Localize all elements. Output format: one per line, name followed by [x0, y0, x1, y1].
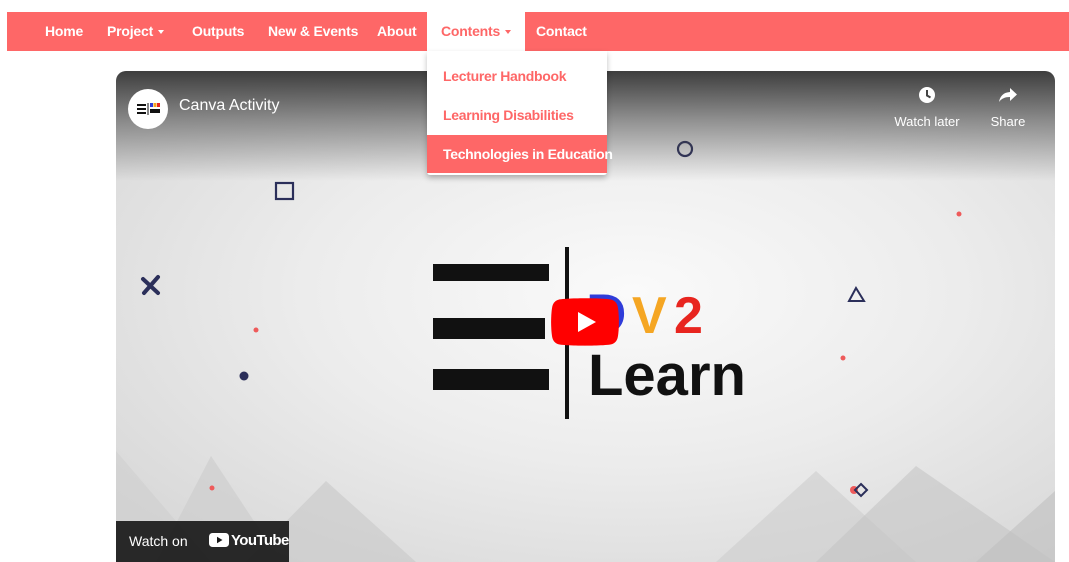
nav-project[interactable]: Project	[107, 12, 165, 51]
clock-icon	[919, 87, 935, 103]
dropdown-item-lecturer-handbook[interactable]: Lecturer Handbook	[427, 57, 607, 95]
caret-down-icon	[505, 30, 512, 35]
watch-later-button[interactable]: Watch later	[892, 85, 962, 129]
share-button[interactable]: Share	[986, 85, 1030, 129]
video-title[interactable]: Canva Activity	[179, 97, 279, 115]
share-icon	[999, 88, 1017, 102]
nav-contact[interactable]: Contact	[536, 12, 587, 51]
watch-on-label: Watch on	[129, 533, 188, 549]
nav-new-events[interactable]: New & Events	[268, 12, 358, 51]
caret-down-icon	[158, 30, 165, 35]
logo-letter-v: V	[632, 287, 667, 345]
channel-avatar[interactable]	[128, 89, 168, 129]
logo-letter-2: 2	[674, 287, 703, 345]
dropdown-item-learning-disabilities[interactable]: Learning Disabilities	[427, 96, 607, 134]
youtube-logo-icon	[209, 533, 229, 547]
nav-home[interactable]: Home	[45, 12, 83, 51]
dropdown-item-technologies-in-education[interactable]: Technologies in Education	[427, 135, 613, 173]
play-button[interactable]	[551, 298, 619, 346]
watch-on-youtube-button[interactable]: Watch on YouTube	[116, 521, 289, 562]
nav-contents[interactable]: Contents	[427, 12, 526, 51]
watch-later-label: Watch later	[894, 114, 960, 129]
nav-outputs[interactable]: Outputs	[192, 12, 244, 51]
channel-logo-icon	[137, 103, 160, 115]
nav-about[interactable]: About	[377, 12, 417, 51]
logo-word: Learn	[588, 343, 746, 408]
contents-dropdown-menu: Lecturer Handbook Learning Disabilities …	[427, 51, 613, 175]
top-navbar: Home Project Outputs New & Events About …	[7, 12, 1069, 51]
youtube-wordmark: YouTube	[231, 532, 289, 549]
share-label: Share	[990, 114, 1026, 129]
nav-project-label: Project	[107, 23, 154, 39]
nav-contents-label: Contents	[441, 23, 501, 39]
